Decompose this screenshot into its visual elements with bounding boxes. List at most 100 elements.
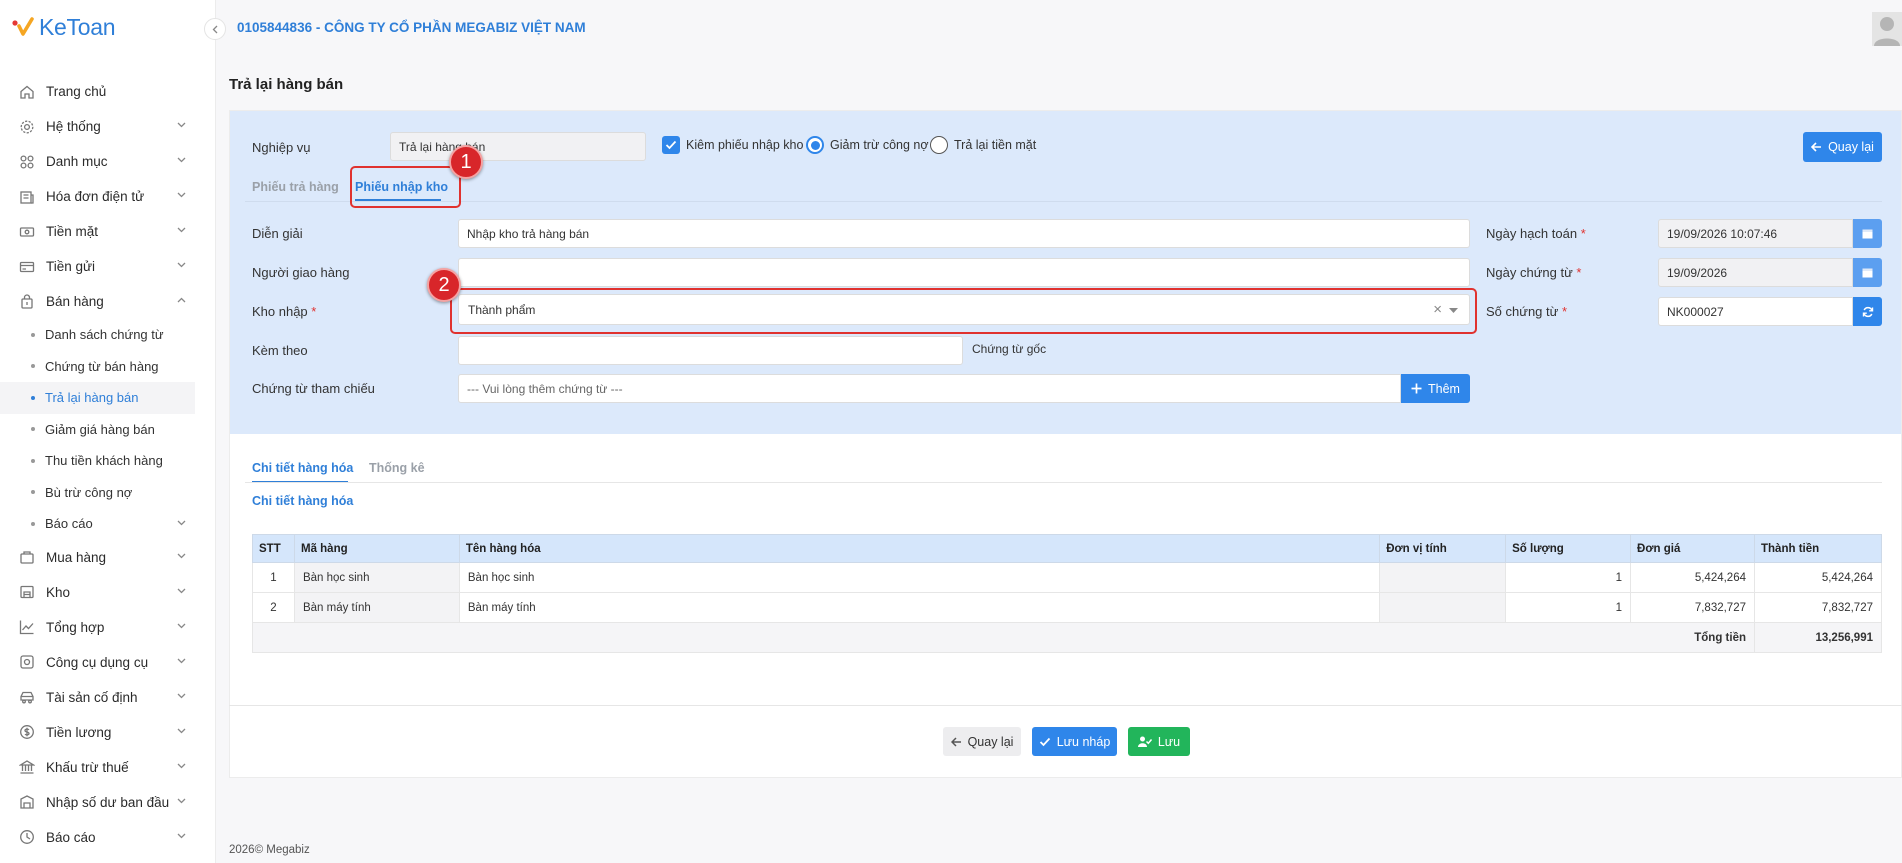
them-label: Thêm: [1428, 381, 1460, 396]
sidebar-sub-chung-tu-ban-hang[interactable]: Chứng từ bán hàng: [0, 351, 216, 383]
calendar-icon: [1862, 229, 1873, 239]
footer: 2026© Megabiz: [229, 844, 310, 856]
sidebar-item-khau-tru-thue[interactable]: Khấu trừ thuế: [0, 750, 216, 785]
required-mark: *: [1576, 265, 1582, 280]
avatar[interactable]: [1872, 12, 1902, 46]
chevron-down-icon: [177, 227, 186, 233]
ngay-hach-toan-calendar-button[interactable]: [1853, 219, 1882, 248]
so-chung-tu-input[interactable]: NK000027: [1658, 297, 1853, 326]
cell-thanh-tien: 5,424,264: [1754, 562, 1882, 593]
sidebar-sub-bu-tru[interactable]: Bù trừ công nợ: [0, 477, 216, 509]
chevron-down-icon: [177, 262, 186, 268]
quay-lai-top-button[interactable]: Quay lại: [1803, 132, 1882, 162]
cell-don-gia[interactable]: 5,424,264: [1630, 562, 1755, 593]
them-chung-tu-button[interactable]: Thêm: [1401, 374, 1470, 403]
col-thanh-tien: Thành tiền: [1754, 534, 1882, 563]
table-row[interactable]: 1 Bàn học sinh Bàn học sinh 1 5,424,264 …: [252, 562, 1882, 593]
sidebar-item-ban-hang[interactable]: Bán hàng: [0, 284, 216, 319]
company-name: 0105844836 - CÔNG TY CỔ PHẦN MEGABIZ VIỆ…: [237, 20, 586, 35]
kiem-phieu-nhap-kho-checkbox[interactable]: Kiêm phiếu nhập kho: [662, 136, 803, 154]
sidebar-collapse-button[interactable]: [204, 18, 226, 40]
logo[interactable]: KeToan: [12, 14, 116, 40]
sidebar-sub-thu-tien[interactable]: Thu tiền khách hàng: [0, 445, 216, 477]
detail-tab-divider: [245, 482, 1882, 483]
required-mark: *: [311, 304, 317, 319]
bank-icon: [19, 760, 35, 774]
chung-tu-tham-chieu-input[interactable]: --- Vui lòng thêm chứng từ ---: [458, 374, 1401, 403]
refresh-icon: [1862, 306, 1873, 317]
user-check-icon: [1137, 736, 1152, 747]
chevron-down-icon: [177, 658, 186, 663]
detail-subtitle: Chi tiết hàng hóa: [252, 494, 354, 508]
sidebar-sub-label: Bù trừ công nợ: [45, 484, 133, 500]
sidebar-item-label: Khấu trừ thuế: [46, 759, 129, 775]
dien-giai-input[interactable]: Nhập kho trả hàng bán: [458, 219, 1470, 248]
sidebar-item-bao-cao[interactable]: Báo cáo: [0, 820, 216, 855]
cell-don-vi-tinh[interactable]: [1379, 592, 1507, 623]
sidebar-item-so-du[interactable]: Nhập số dư ban đầu: [0, 785, 216, 820]
required-mark: *: [1561, 304, 1568, 319]
dien-giai-label: Diễn giải: [252, 226, 303, 241]
luu-nhap-button[interactable]: Lưu nháp: [1032, 727, 1117, 756]
car-icon: [20, 691, 34, 704]
cell-ma-hang[interactable]: Bàn học sinh: [293, 562, 460, 593]
total-label: Tổng tiền: [252, 622, 1755, 653]
sidebar-nav: Trang chủ Hệ thống Danh mục Hóa đơn điện…: [0, 74, 216, 855]
ngay-chung-tu-input[interactable]: 19/09/2026: [1658, 258, 1853, 287]
cell-so-luong[interactable]: 1: [1505, 592, 1632, 623]
sidebar-sub-bao-cao[interactable]: Báo cáo: [0, 508, 216, 540]
sidebar-item-label: Kho: [46, 584, 71, 600]
logo-mark-icon: [12, 17, 34, 36]
bullet-icon: [31, 490, 35, 495]
table-row[interactable]: 2 Bàn máy tính Bàn máy tính 1 7,832,727 …: [252, 592, 1882, 623]
sidebar-item-cong-cu[interactable]: Công cụ dụng cụ: [0, 645, 216, 680]
sidebar-item-tong-hop[interactable]: Tổng hợp: [0, 610, 216, 645]
tra-lai-tien-mat-radio[interactable]: Trả lại tiền mặt: [930, 136, 1036, 154]
nghiep-vu-select[interactable]: Trả lại hàng bán: [390, 132, 646, 161]
tab-chi-tiet-hang-hoa[interactable]: Chi tiết hàng hóa: [252, 461, 353, 475]
quay-lai-button[interactable]: Quay lại: [943, 727, 1021, 756]
tab-phieu-tra-hang[interactable]: Phiếu trả hàng: [252, 180, 339, 194]
sidebar-item-mua-hang[interactable]: Mua hàng: [0, 540, 216, 575]
sidebar-item-label: Nhập số dư ban đầu: [46, 794, 170, 810]
sidebar-item-hoa-don[interactable]: Hóa đơn điện tử: [0, 179, 216, 214]
sidebar-item-kho[interactable]: Kho: [0, 575, 216, 610]
sidebar-item-tai-san[interactable]: Tài sản cố định: [0, 680, 216, 715]
kem-theo-label: Kèm theo: [252, 343, 308, 358]
sidebar-item-danh-muc[interactable]: Danh mục: [0, 144, 216, 179]
ngay-chung-tu-calendar-button[interactable]: [1853, 258, 1882, 287]
chevron-down-icon: [177, 763, 186, 768]
cell-don-vi-tinh[interactable]: [1379, 562, 1507, 593]
ngay-hach-toan-input[interactable]: 19/09/2026 10:07:46: [1658, 219, 1853, 248]
sidebar-item-tien-luong[interactable]: Tiền lương: [0, 715, 216, 750]
sidebar-item-he-thong[interactable]: Hệ thống: [0, 109, 216, 144]
chevron-down-icon: [177, 623, 186, 628]
cell-so-luong[interactable]: 1: [1505, 562, 1632, 593]
sidebar-item-tien-gui[interactable]: Tiền gửi: [0, 249, 216, 284]
arrow-left-icon: [950, 736, 961, 747]
giam-tru-cong-no-radio[interactable]: Giảm trừ công nợ: [806, 136, 929, 154]
kem-theo-input[interactable]: [458, 336, 963, 365]
so-chung-tu-label-text: Số chứng từ: [1486, 304, 1559, 319]
col-so-luong: Số lượng: [1505, 534, 1632, 563]
sidebar-sub-giam-gia[interactable]: Giảm giá hàng bán: [0, 414, 216, 446]
cell-don-gia[interactable]: 7,832,727: [1630, 592, 1755, 623]
cell-thanh-tien: 7,832,727: [1754, 592, 1882, 623]
sidebar-sub-tra-lai-hang-ban[interactable]: Trả lại hàng bán: [0, 382, 195, 414]
sidebar-item-tien-mat[interactable]: Tiền mặt: [0, 214, 216, 249]
bullet-icon: [31, 458, 35, 463]
so-chung-tu-refresh-button[interactable]: [1853, 297, 1882, 326]
sidebar-sub-danh-sach[interactable]: Danh sách chứng từ: [0, 319, 216, 351]
cell-ma-hang[interactable]: Bàn máy tính: [293, 592, 460, 623]
luu-button[interactable]: Lưu: [1128, 727, 1190, 756]
ngay-hach-toan-label: Ngày hạch toán *: [1486, 226, 1586, 241]
sidebar-item-trang-chu[interactable]: Trang chủ: [0, 74, 216, 109]
report-icon: [20, 830, 34, 844]
bullet-icon: [31, 332, 35, 337]
nguoi-giao-hang-input[interactable]: [458, 258, 1470, 287]
tab-thong-ke[interactable]: Thống kê: [369, 461, 425, 475]
luu-nhap-label: Lưu nháp: [1056, 734, 1111, 749]
cell-ten-hang-hoa[interactable]: Bàn học sinh: [458, 562, 1381, 593]
cell-ten-hang-hoa[interactable]: Bàn máy tính: [458, 592, 1381, 623]
sidebar-sub-label: Báo cáo: [45, 516, 93, 532]
